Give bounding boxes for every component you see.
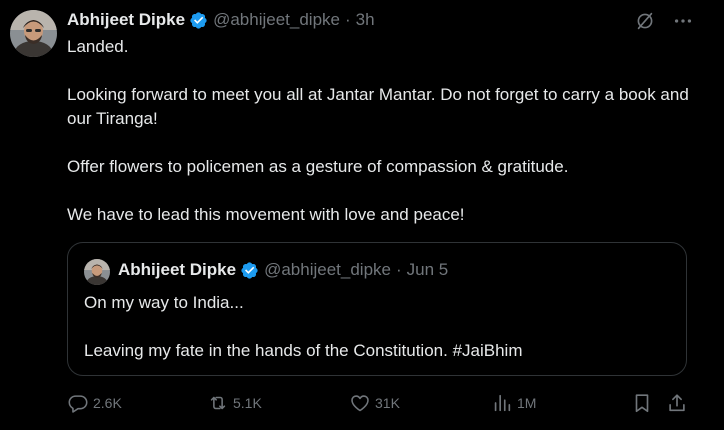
author-avatar[interactable] bbox=[10, 10, 57, 57]
reply-icon bbox=[68, 395, 88, 413]
post-paragraph: Offer flowers to policemen as a gesture … bbox=[67, 157, 569, 176]
quoted-paragraph: On my way to India... bbox=[84, 293, 244, 312]
post-text: Landed. Looking forward to meet you all … bbox=[67, 35, 697, 227]
quoted-author-avatar[interactable] bbox=[84, 259, 110, 285]
post-timestamp[interactable]: 3h bbox=[356, 10, 375, 30]
share-button[interactable] bbox=[666, 392, 692, 414]
author-handle[interactable]: @abhijeet_dipke bbox=[213, 10, 340, 30]
quoted-post-date[interactable]: Jun 5 bbox=[407, 260, 449, 280]
repost-count: 5.1K bbox=[233, 395, 262, 411]
views-button[interactable]: 1M bbox=[491, 392, 536, 414]
quoted-author-name[interactable]: Abhijeet Dipke bbox=[118, 260, 236, 280]
author-name[interactable]: Abhijeet Dipke bbox=[67, 10, 185, 30]
quoted-paragraph: Leaving my fate in the hands of the Cons… bbox=[84, 341, 523, 360]
bookmark-icon bbox=[635, 394, 649, 413]
separator-dot: · bbox=[396, 260, 402, 279]
separator-dot: · bbox=[345, 10, 351, 29]
post-paragraph: We have to lead this movement with love … bbox=[67, 205, 465, 224]
top-actions bbox=[634, 10, 694, 32]
post-paragraph: Looking forward to meet you all at Janta… bbox=[67, 85, 689, 128]
views-count: 1M bbox=[517, 395, 537, 411]
quoted-author-handle[interactable]: @abhijeet_dipke bbox=[264, 260, 391, 280]
like-button[interactable]: 31K bbox=[349, 392, 400, 414]
verified-badge-icon bbox=[241, 261, 258, 279]
tweet: Abhijeet Dipke @abhijeet_dipke · 3h Land… bbox=[0, 0, 724, 430]
reply-button[interactable]: 2.6K bbox=[67, 392, 122, 414]
repost-icon bbox=[210, 396, 226, 410]
verified-badge-icon bbox=[190, 11, 207, 29]
reply-count: 2.6K bbox=[93, 395, 122, 411]
quoted-post-header: Abhijeet Dipke @abhijeet_dipke · Jun 5 bbox=[118, 260, 448, 280]
action-bar: 2.6K 5.1K 31K 1M bbox=[0, 392, 724, 418]
post-paragraph: Landed. bbox=[67, 37, 129, 56]
share-icon bbox=[669, 394, 685, 412]
views-chart-icon bbox=[494, 394, 511, 412]
more-options-icon[interactable] bbox=[672, 10, 694, 32]
post-header: Abhijeet Dipke @abhijeet_dipke · 3h bbox=[67, 9, 375, 31]
repost-button[interactable]: 5.1K bbox=[207, 392, 262, 414]
heart-icon bbox=[351, 395, 369, 412]
grok-icon[interactable] bbox=[634, 10, 656, 32]
bookmark-button[interactable] bbox=[631, 392, 657, 414]
quoted-post-text: On my way to India... Leaving my fate in… bbox=[84, 291, 674, 363]
like-count: 31K bbox=[375, 395, 400, 411]
quoted-post[interactable]: Abhijeet Dipke @abhijeet_dipke · Jun 5 O… bbox=[67, 242, 687, 376]
